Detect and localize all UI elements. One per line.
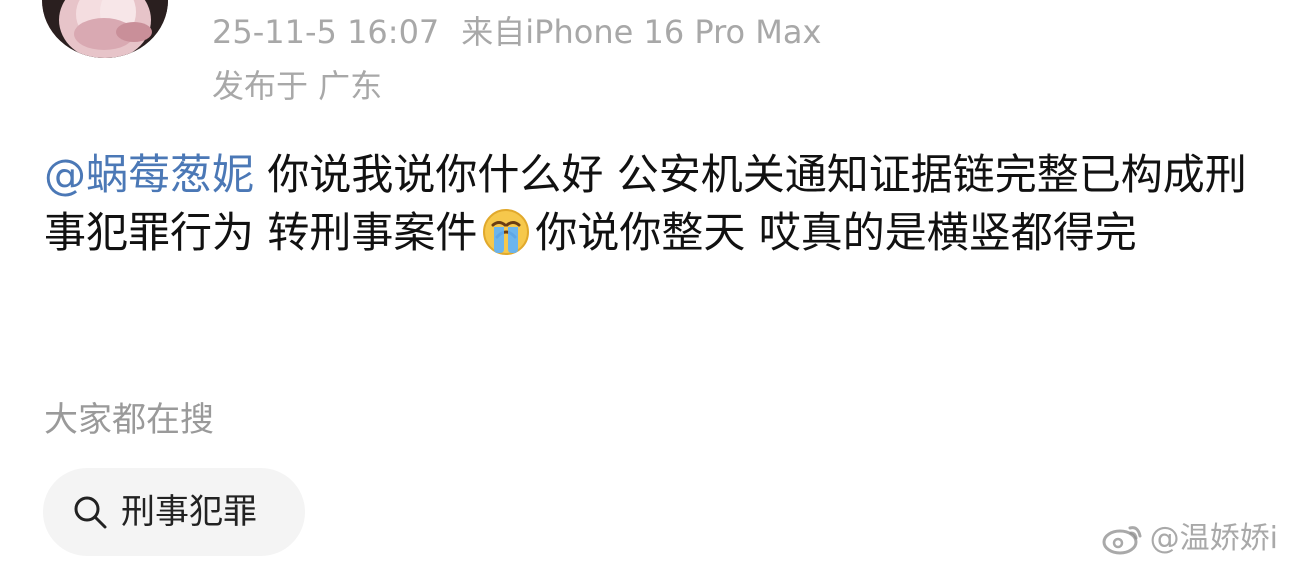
post-text-2: 你说你整天 哎真的是横竖都得完 [535,208,1137,257]
post-time: 25-11-5 16:07 [212,13,440,51]
search-section-title: 大家都在搜 [44,400,214,440]
avatar[interactable] [42,0,168,58]
crying-face-icon [481,207,531,257]
post-location: 发布于 广东 [212,67,383,105]
search-chip[interactable]: 刑事犯罪 [43,468,305,556]
watermark-text: @温娇娇i [1149,521,1278,556]
watermark: @温娇娇i [1100,521,1278,557]
post-meta: 25-11-5 16:07 来自iPhone 16 Pro Max [212,12,821,52]
mention-link[interactable]: @蜗莓葱妮 [44,150,254,199]
post-source: 来自iPhone 16 Pro Max [461,13,822,51]
search-chip-label: 刑事犯罪 [121,492,257,532]
post-body: @蜗莓葱妮 你说我说你什么好 公安机关通知证据链完整已构成刑事犯罪行为 转刑事案… [44,146,1254,262]
search-icon [71,493,109,531]
weibo-logo-icon [1100,522,1144,556]
